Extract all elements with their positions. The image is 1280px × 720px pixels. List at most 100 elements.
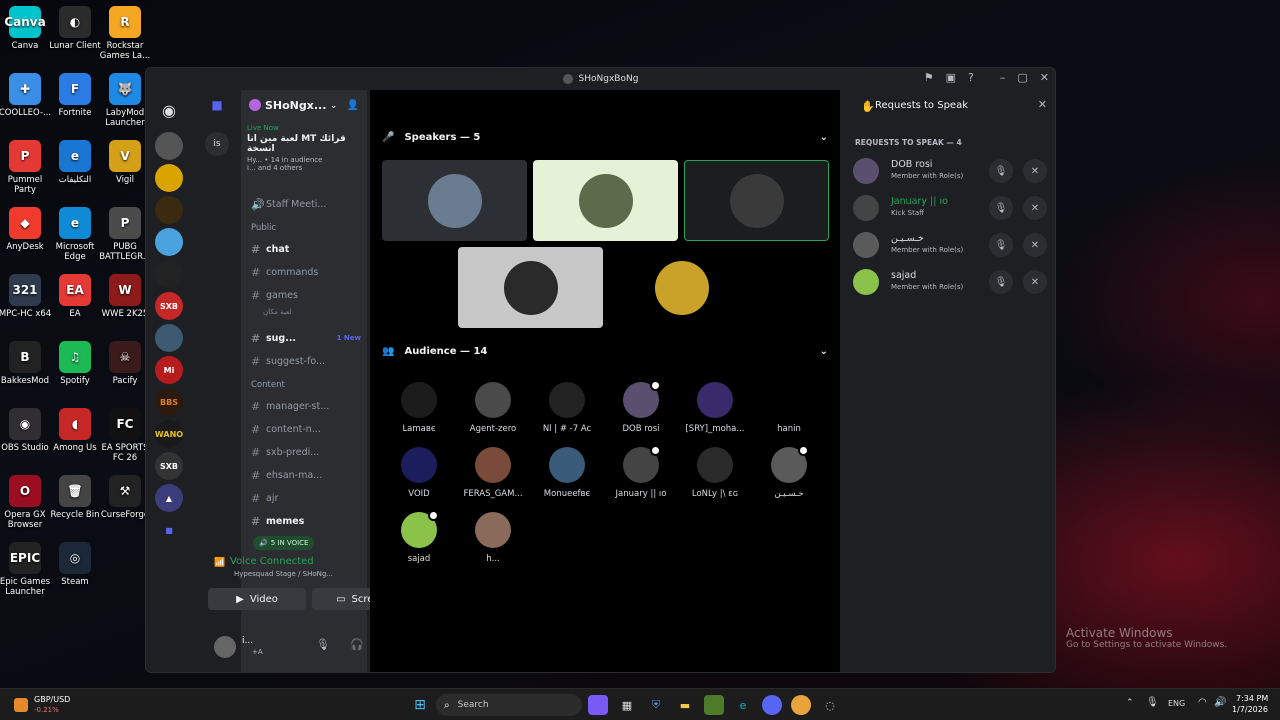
channel-item[interactable]: # games [241, 285, 367, 305]
avatar[interactable] [853, 269, 879, 295]
channel-item[interactable]: # ehsan-ma... [241, 465, 367, 485]
guild-icon[interactable] [155, 196, 183, 224]
flag-icon[interactable]: ⚑ [924, 71, 934, 84]
folder-icon[interactable]: ■ [207, 98, 227, 118]
dismiss-request-button[interactable]: ✕ [1023, 196, 1047, 220]
desktop-icon[interactable]: R Rockstar Games La... [96, 6, 154, 61]
channel-item[interactable]: 🔊 Staff Meeti... [241, 194, 367, 214]
thread-label[interactable]: لعبة مكان [263, 308, 292, 316]
guild-icon[interactable]: WANO [155, 420, 183, 448]
audience-member[interactable]: Nl | # -7 Ac [530, 382, 604, 434]
inbox-icon[interactable]: ▣ [946, 71, 956, 84]
close-icon[interactable]: ✕ [1038, 98, 1047, 111]
invite-to-speak-button[interactable]: 🎙 [989, 270, 1013, 294]
minimize-button[interactable]: – [1000, 71, 1006, 84]
channel-item[interactable]: # sug... 1 New [241, 328, 367, 348]
minecraft-icon[interactable] [704, 695, 724, 715]
headphones-icon[interactable]: 🎧 [350, 638, 364, 651]
in-voice-pill[interactable]: 🔊 5 IN VOICE [253, 536, 315, 550]
audience-member[interactable]: January || ıo [604, 445, 678, 499]
audience-member[interactable]: خـسـيـن [752, 445, 826, 499]
copilot-icon[interactable] [588, 695, 608, 715]
discord-home-icon[interactable]: ◉ [155, 96, 183, 124]
chrome-icon[interactable] [791, 695, 811, 715]
guild-icon[interactable] [155, 132, 183, 160]
audience-member[interactable]: LoNLy |\ ɛɢ [678, 447, 752, 499]
chevron-up-icon[interactable]: ⌃ [1126, 698, 1134, 708]
avatar[interactable] [853, 195, 879, 221]
audience-member[interactable]: hanin [752, 382, 826, 434]
invite-to-speak-button[interactable]: 🎙 [989, 233, 1013, 257]
channel-item[interactable]: # content-n... [241, 419, 367, 439]
channel-item[interactable]: # suggest-fo... [241, 351, 367, 371]
channel-item[interactable]: # chat [241, 239, 367, 259]
audience-header[interactable]: 👥 Audience — 14 ⌄ [382, 346, 828, 357]
channel-item[interactable]: # manager-st... [241, 396, 367, 416]
add-member-icon[interactable]: 👤 [347, 100, 359, 111]
ticker-label[interactable]: GBP/USD [34, 695, 70, 704]
folder-icon[interactable]: ■ [155, 516, 183, 544]
guild-icon[interactable] [155, 228, 183, 256]
windows-start-icon[interactable]: ⊞ [410, 695, 430, 715]
wifi-icon[interactable]: ◠ [1198, 697, 1207, 708]
video-button[interactable]: ▶ Video [208, 588, 306, 610]
clock-time[interactable]: 7:34 PM [1236, 694, 1268, 703]
audience-member[interactable]: Agent-zero [456, 382, 530, 434]
audience-member[interactable]: sajad [382, 510, 456, 564]
avatar[interactable] [853, 158, 879, 184]
clock-date[interactable]: 1/7/2026 [1232, 705, 1268, 714]
guild-icon[interactable]: SXB [155, 452, 183, 480]
guild-icon[interactable] [155, 164, 183, 192]
shield-icon[interactable]: ⛨ [646, 695, 666, 715]
invite-to-speak-button[interactable]: 🎙 [989, 196, 1013, 220]
guild-icon[interactable]: Mi [155, 356, 183, 384]
folder-badge[interactable]: is [205, 132, 229, 156]
channel-item[interactable]: # memes [241, 511, 367, 531]
dismiss-request-button[interactable]: ✕ [1023, 270, 1047, 294]
help-icon[interactable]: ? [968, 71, 974, 84]
guild-icon[interactable]: BBS [155, 388, 183, 416]
audience-member[interactable]: VOID [382, 447, 456, 499]
audience-member[interactable]: DOB rosi [604, 380, 678, 434]
store-icon[interactable]: ▦ [617, 695, 637, 715]
volume-icon[interactable]: 🔊 [1214, 697, 1226, 708]
audience-member[interactable]: Lamaвє [382, 382, 456, 434]
channel-item[interactable]: # ajr [241, 488, 367, 508]
microphone-icon[interactable]: 🎙 [1146, 697, 1159, 708]
channel-item[interactable]: # commands [241, 262, 367, 282]
speakers-header[interactable]: 🎤 Speakers — 5 ⌄ [382, 132, 828, 143]
maximize-button[interactable]: ▢ [1017, 71, 1027, 84]
edge-icon[interactable]: e [733, 695, 753, 715]
server-header[interactable]: SHoNgx... ⌄ 👤 [241, 90, 367, 120]
speaker-tile[interactable] [533, 160, 678, 241]
channel-item[interactable]: # sxb-predi... [241, 442, 367, 462]
guild-icon[interactable] [155, 260, 183, 288]
desktop-icon[interactable]: ◎ Steam [46, 542, 104, 587]
invite-to-speak-button[interactable]: 🎙 [989, 159, 1013, 183]
guild-icon[interactable]: ▲ [155, 484, 183, 512]
dismiss-request-button[interactable]: ✕ [1023, 159, 1047, 183]
voice-location[interactable]: Hypesquad Stage / SHoNg... [234, 570, 333, 578]
audience-member[interactable]: FERAS_GAM... [456, 447, 530, 499]
speaker-tile[interactable] [609, 247, 754, 328]
dismiss-request-button[interactable]: ✕ [1023, 233, 1047, 257]
audience-member[interactable]: h... [456, 512, 530, 564]
audience-member[interactable]: [SRY]_moha... [678, 382, 752, 434]
guild-icon[interactable]: SXB [155, 292, 183, 320]
avatar[interactable] [853, 232, 879, 258]
audience-member[interactable]: Monueefвє [530, 447, 604, 499]
avatar[interactable] [214, 636, 236, 658]
guild-icon[interactable] [155, 324, 183, 352]
speaker-tile[interactable] [458, 247, 603, 328]
microphone-icon[interactable]: 🎙 [316, 638, 330, 651]
file-explorer-icon[interactable]: ▬ [675, 695, 695, 715]
live-stage-card[interactable]: Live Now قرائك MT لعبة مين انا انسخة Hy.… [241, 120, 367, 176]
app-icon[interactable]: ◌ [820, 695, 840, 715]
language-indicator[interactable]: ENG [1168, 699, 1185, 708]
channel-category[interactable]: Content [251, 380, 285, 390]
discord-icon[interactable] [762, 695, 782, 715]
close-button[interactable]: ✕ [1040, 71, 1049, 84]
speaker-tile[interactable] [382, 160, 527, 241]
search-box[interactable]: ⌕ Search [436, 694, 582, 716]
speaker-tile[interactable] [684, 160, 829, 241]
